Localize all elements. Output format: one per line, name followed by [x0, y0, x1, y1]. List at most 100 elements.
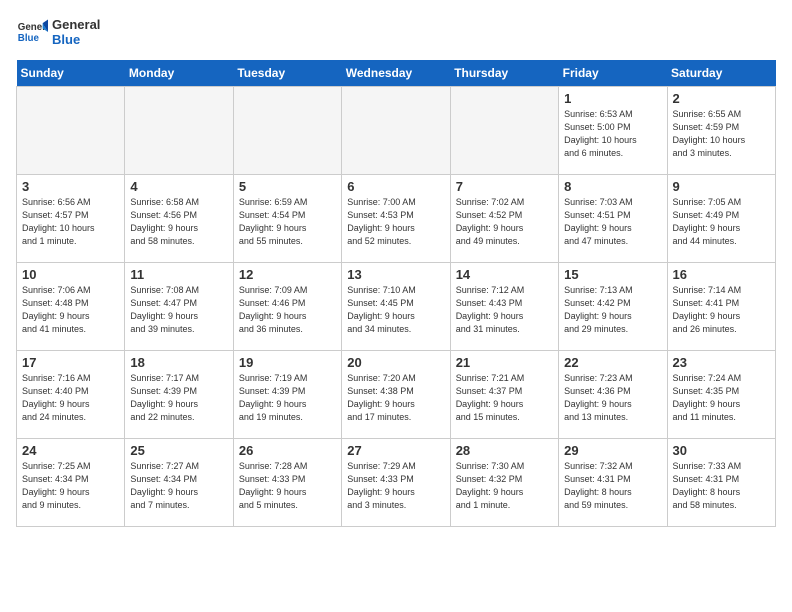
calendar-cell: 8 Sunrise: 7:03 AM Sunset: 4:51 PM Daylig…	[559, 175, 667, 263]
day-info: Sunrise: 7:25 AM Sunset: 4:34 PM Dayligh…	[22, 460, 119, 512]
day-number: 27	[347, 443, 444, 458]
calendar-cell	[342, 87, 450, 175]
day-info: Sunrise: 7:16 AM Sunset: 4:40 PM Dayligh…	[22, 372, 119, 424]
day-number: 28	[456, 443, 553, 458]
calendar-cell: 3 Sunrise: 6:56 AM Sunset: 4:57 PM Daylig…	[17, 175, 125, 263]
day-number: 26	[239, 443, 336, 458]
weekday-header-tuesday: Tuesday	[233, 60, 341, 87]
calendar-cell: 27 Sunrise: 7:29 AM Sunset: 4:33 PM Dayli…	[342, 439, 450, 527]
weekday-header-wednesday: Wednesday	[342, 60, 450, 87]
day-number: 29	[564, 443, 661, 458]
calendar-cell: 14 Sunrise: 7:12 AM Sunset: 4:43 PM Dayli…	[450, 263, 558, 351]
day-info: Sunrise: 7:02 AM Sunset: 4:52 PM Dayligh…	[456, 196, 553, 248]
calendar-week-row-2: 3 Sunrise: 6:56 AM Sunset: 4:57 PM Daylig…	[17, 175, 776, 263]
calendar-cell: 24 Sunrise: 7:25 AM Sunset: 4:34 PM Dayli…	[17, 439, 125, 527]
day-info: Sunrise: 6:55 AM Sunset: 4:59 PM Dayligh…	[673, 108, 770, 160]
day-number: 4	[130, 179, 227, 194]
calendar-cell: 11 Sunrise: 7:08 AM Sunset: 4:47 PM Dayli…	[125, 263, 233, 351]
calendar-week-row-5: 24 Sunrise: 7:25 AM Sunset: 4:34 PM Dayli…	[17, 439, 776, 527]
calendar-cell	[125, 87, 233, 175]
weekday-header-monday: Monday	[125, 60, 233, 87]
calendar-cell: 16Sunrise: 7:14 AM Sunset: 4:41 PM Dayli…	[667, 263, 775, 351]
calendar-cell: 28 Sunrise: 7:30 AM Sunset: 4:32 PM Dayli…	[450, 439, 558, 527]
weekday-header-thursday: Thursday	[450, 60, 558, 87]
weekday-header-saturday: Saturday	[667, 60, 775, 87]
day-info: Sunrise: 7:29 AM Sunset: 4:33 PM Dayligh…	[347, 460, 444, 512]
day-info: Sunrise: 7:12 AM Sunset: 4:43 PM Dayligh…	[456, 284, 553, 336]
calendar-cell: 26 Sunrise: 7:28 AM Sunset: 4:33 PM Dayli…	[233, 439, 341, 527]
day-number: 8	[564, 179, 661, 194]
logo-icon: General Blue	[16, 16, 48, 48]
day-number: 17	[22, 355, 119, 370]
calendar-cell: 2Sunrise: 6:55 AM Sunset: 4:59 PM Daylig…	[667, 87, 775, 175]
day-number: 30	[673, 443, 770, 458]
day-number: 3	[22, 179, 119, 194]
calendar-cell: 19 Sunrise: 7:19 AM Sunset: 4:39 PM Dayli…	[233, 351, 341, 439]
calendar-cell: 17 Sunrise: 7:16 AM Sunset: 4:40 PM Dayli…	[17, 351, 125, 439]
day-info: Sunrise: 6:53 AM Sunset: 5:00 PM Dayligh…	[564, 108, 661, 160]
day-info: Sunrise: 7:33 AM Sunset: 4:31 PM Dayligh…	[673, 460, 770, 512]
day-number: 22	[564, 355, 661, 370]
day-info: Sunrise: 7:21 AM Sunset: 4:37 PM Dayligh…	[456, 372, 553, 424]
day-info: Sunrise: 7:23 AM Sunset: 4:36 PM Dayligh…	[564, 372, 661, 424]
logo: General Blue General Blue	[16, 16, 100, 48]
day-info: Sunrise: 6:56 AM Sunset: 4:57 PM Dayligh…	[22, 196, 119, 248]
day-number: 14	[456, 267, 553, 282]
calendar-cell: 1Sunrise: 6:53 AM Sunset: 5:00 PM Daylig…	[559, 87, 667, 175]
day-info: Sunrise: 6:59 AM Sunset: 4:54 PM Dayligh…	[239, 196, 336, 248]
day-number: 10	[22, 267, 119, 282]
day-info: Sunrise: 7:05 AM Sunset: 4:49 PM Dayligh…	[673, 196, 770, 248]
logo-general: General	[52, 17, 100, 32]
weekday-header-friday: Friday	[559, 60, 667, 87]
calendar-cell	[233, 87, 341, 175]
calendar-cell: 4 Sunrise: 6:58 AM Sunset: 4:56 PM Daylig…	[125, 175, 233, 263]
day-number: 6	[347, 179, 444, 194]
calendar-cell: 12 Sunrise: 7:09 AM Sunset: 4:46 PM Dayli…	[233, 263, 341, 351]
calendar-cell: 23 Sunrise: 7:24 AM Sunset: 4:35 PM Dayli…	[667, 351, 775, 439]
day-info: Sunrise: 7:20 AM Sunset: 4:38 PM Dayligh…	[347, 372, 444, 424]
day-number: 16	[673, 267, 770, 282]
day-info: Sunrise: 7:28 AM Sunset: 4:33 PM Dayligh…	[239, 460, 336, 512]
svg-text:Blue: Blue	[18, 33, 40, 44]
calendar-cell: 9 Sunrise: 7:05 AM Sunset: 4:49 PM Daylig…	[667, 175, 775, 263]
calendar-cell: 29 Sunrise: 7:32 AM Sunset: 4:31 PM Dayli…	[559, 439, 667, 527]
weekday-header-sunday: Sunday	[17, 60, 125, 87]
day-number: 7	[456, 179, 553, 194]
calendar-cell: 7 Sunrise: 7:02 AM Sunset: 4:52 PM Daylig…	[450, 175, 558, 263]
day-info: Sunrise: 7:08 AM Sunset: 4:47 PM Dayligh…	[130, 284, 227, 336]
calendar-cell: 20 Sunrise: 7:20 AM Sunset: 4:38 PM Dayli…	[342, 351, 450, 439]
day-number: 12	[239, 267, 336, 282]
calendar-week-row-1: 1Sunrise: 6:53 AM Sunset: 5:00 PM Daylig…	[17, 87, 776, 175]
day-info: Sunrise: 7:06 AM Sunset: 4:48 PM Dayligh…	[22, 284, 119, 336]
day-number: 25	[130, 443, 227, 458]
day-info: Sunrise: 7:17 AM Sunset: 4:39 PM Dayligh…	[130, 372, 227, 424]
day-number: 24	[22, 443, 119, 458]
day-info: Sunrise: 6:58 AM Sunset: 4:56 PM Dayligh…	[130, 196, 227, 248]
calendar-header: SundayMondayTuesdayWednesdayThursdayFrid…	[17, 60, 776, 87]
day-info: Sunrise: 7:24 AM Sunset: 4:35 PM Dayligh…	[673, 372, 770, 424]
calendar-week-row-3: 10 Sunrise: 7:06 AM Sunset: 4:48 PM Dayli…	[17, 263, 776, 351]
calendar-cell: 13 Sunrise: 7:10 AM Sunset: 4:45 PM Dayli…	[342, 263, 450, 351]
day-number: 15	[564, 267, 661, 282]
day-number: 23	[673, 355, 770, 370]
calendar-table: SundayMondayTuesdayWednesdayThursdayFrid…	[16, 60, 776, 527]
calendar-cell: 21 Sunrise: 7:21 AM Sunset: 4:37 PM Dayli…	[450, 351, 558, 439]
day-info: Sunrise: 7:19 AM Sunset: 4:39 PM Dayligh…	[239, 372, 336, 424]
day-info: Sunrise: 7:32 AM Sunset: 4:31 PM Dayligh…	[564, 460, 661, 512]
day-info: Sunrise: 7:13 AM Sunset: 4:42 PM Dayligh…	[564, 284, 661, 336]
day-info: Sunrise: 7:10 AM Sunset: 4:45 PM Dayligh…	[347, 284, 444, 336]
calendar-cell	[17, 87, 125, 175]
calendar-cell: 18Sunrise: 7:17 AM Sunset: 4:39 PM Dayli…	[125, 351, 233, 439]
day-number: 13	[347, 267, 444, 282]
calendar-cell: 10 Sunrise: 7:06 AM Sunset: 4:48 PM Dayli…	[17, 263, 125, 351]
day-number: 21	[456, 355, 553, 370]
day-number: 20	[347, 355, 444, 370]
day-info: Sunrise: 7:03 AM Sunset: 4:51 PM Dayligh…	[564, 196, 661, 248]
day-number: 19	[239, 355, 336, 370]
day-number: 11	[130, 267, 227, 282]
day-info: Sunrise: 7:30 AM Sunset: 4:32 PM Dayligh…	[456, 460, 553, 512]
logo-blue: Blue	[52, 32, 100, 47]
calendar-cell: 6Sunrise: 7:00 AM Sunset: 4:53 PM Daylig…	[342, 175, 450, 263]
day-info: Sunrise: 7:09 AM Sunset: 4:46 PM Dayligh…	[239, 284, 336, 336]
day-number: 9	[673, 179, 770, 194]
